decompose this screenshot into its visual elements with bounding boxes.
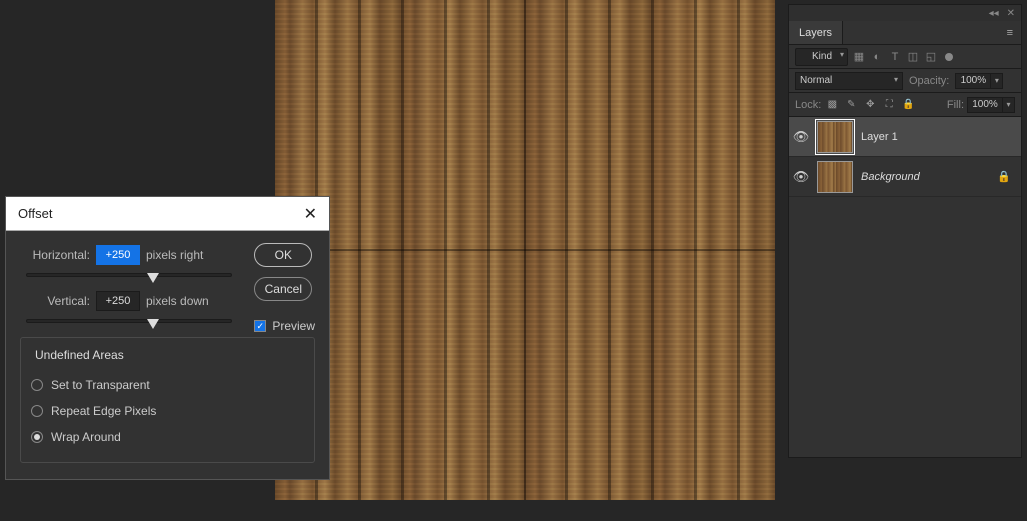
- panel-tabs: Layers ≡: [789, 21, 1021, 45]
- radio-label: Set to Transparent: [51, 378, 150, 392]
- fill-label: Fill:: [947, 99, 964, 111]
- preview-checkbox[interactable]: ✓: [254, 320, 266, 332]
- tab-layers[interactable]: Layers: [789, 21, 843, 44]
- dialog-title-bar[interactable]: Offset ✕: [6, 197, 329, 231]
- lock-move-icon[interactable]: ✥: [862, 97, 878, 113]
- undefined-areas-group: Undefined Areas Set to Transparent Repea…: [20, 337, 315, 463]
- blend-mode-row: Normal Opacity: ▾: [789, 69, 1021, 93]
- wood-texture-tile: [525, 250, 775, 500]
- offset-seam-vertical: [524, 0, 526, 500]
- filter-kind-select[interactable]: Kind: [795, 48, 848, 66]
- collapse-icon[interactable]: ◂◂: [989, 8, 999, 19]
- preview-label: Preview: [272, 319, 315, 333]
- filter-adjust-icon[interactable]: ◐: [870, 50, 884, 64]
- filter-pixel-icon[interactable]: ▦: [852, 50, 866, 64]
- panel-header: ◂◂ ✕: [789, 5, 1021, 21]
- lock-label: Lock:: [795, 99, 821, 111]
- radio-icon[interactable]: [31, 431, 43, 443]
- cancel-button[interactable]: Cancel: [254, 277, 312, 301]
- preview-checkbox-row[interactable]: ✓ Preview: [254, 319, 315, 333]
- layer-name[interactable]: Background: [861, 171, 920, 183]
- filter-toggle-icon[interactable]: [945, 53, 953, 61]
- slider-thumb-icon[interactable]: [147, 273, 159, 283]
- panel-menu-icon[interactable]: ≡: [999, 27, 1021, 39]
- lock-icon: 🔒: [997, 170, 1011, 183]
- fill-input[interactable]: [967, 97, 1003, 113]
- dialog-title: Offset: [18, 206, 52, 221]
- offset-dialog: Offset ✕ OK Cancel ✓ Preview Horizontal:…: [5, 196, 330, 480]
- visibility-toggle-icon[interactable]: 👁: [793, 129, 809, 145]
- radio-label: Wrap Around: [51, 430, 121, 444]
- blend-mode-select[interactable]: Normal: [795, 72, 903, 90]
- lock-row: Lock: ▩ ✎ ✥ ⛶ 🔒 Fill: ▾: [789, 93, 1021, 117]
- slider-thumb-icon[interactable]: [147, 319, 159, 329]
- opacity-input[interactable]: [955, 73, 991, 89]
- undefined-areas-label: Undefined Areas: [31, 348, 128, 362]
- horizontal-slider[interactable]: [26, 273, 232, 277]
- visibility-toggle-icon[interactable]: 👁: [793, 169, 809, 185]
- vertical-input[interactable]: [96, 291, 140, 311]
- filter-smart-icon[interactable]: ◱: [924, 50, 938, 64]
- layers-list: 👁 Layer 1 👁 Background 🔒: [789, 117, 1021, 197]
- radio-icon[interactable]: [31, 405, 43, 417]
- panel-empty-area: [789, 197, 1021, 457]
- filter-type-icon[interactable]: T: [888, 50, 902, 64]
- wood-texture-tile: [525, 0, 775, 250]
- layer-filter-row: Kind ▦ ◐ T ◫ ◱: [789, 45, 1021, 69]
- fill-caret-icon[interactable]: ▾: [1003, 97, 1015, 113]
- radio-repeat-edge[interactable]: Repeat Edge Pixels: [31, 398, 304, 424]
- layer-row[interactable]: 👁 Background 🔒: [789, 157, 1021, 197]
- horizontal-input[interactable]: [96, 245, 140, 265]
- radio-set-transparent[interactable]: Set to Transparent: [31, 372, 304, 398]
- filter-shape-icon[interactable]: ◫: [906, 50, 920, 64]
- lock-artboard-icon[interactable]: ⛶: [881, 97, 897, 113]
- layers-panel: ◂◂ ✕ Layers ≡ Kind ▦ ◐ T ◫ ◱ Normal Opac…: [788, 4, 1022, 458]
- lock-brush-icon[interactable]: ✎: [843, 97, 859, 113]
- layer-thumbnail[interactable]: [817, 121, 853, 153]
- lock-all-icon[interactable]: 🔒: [900, 97, 916, 113]
- radio-icon[interactable]: [31, 379, 43, 391]
- opacity-label: Opacity:: [909, 75, 949, 87]
- vertical-label: Vertical:: [20, 294, 90, 308]
- document-canvas[interactable]: [275, 0, 775, 500]
- vertical-unit: pixels down: [146, 294, 209, 308]
- close-icon[interactable]: ✕: [1007, 8, 1015, 19]
- radio-wrap-around[interactable]: Wrap Around: [31, 424, 304, 450]
- horizontal-label: Horizontal:: [20, 248, 90, 262]
- horizontal-unit: pixels right: [146, 248, 203, 262]
- radio-label: Repeat Edge Pixels: [51, 404, 156, 418]
- layer-row[interactable]: 👁 Layer 1: [789, 117, 1021, 157]
- close-icon[interactable]: ✕: [304, 204, 317, 224]
- ok-button[interactable]: OK: [254, 243, 312, 267]
- layer-thumbnail[interactable]: [817, 161, 853, 193]
- lock-transparent-icon[interactable]: ▩: [824, 97, 840, 113]
- vertical-slider[interactable]: [26, 319, 232, 323]
- opacity-caret-icon[interactable]: ▾: [991, 73, 1003, 89]
- layer-name[interactable]: Layer 1: [861, 131, 898, 143]
